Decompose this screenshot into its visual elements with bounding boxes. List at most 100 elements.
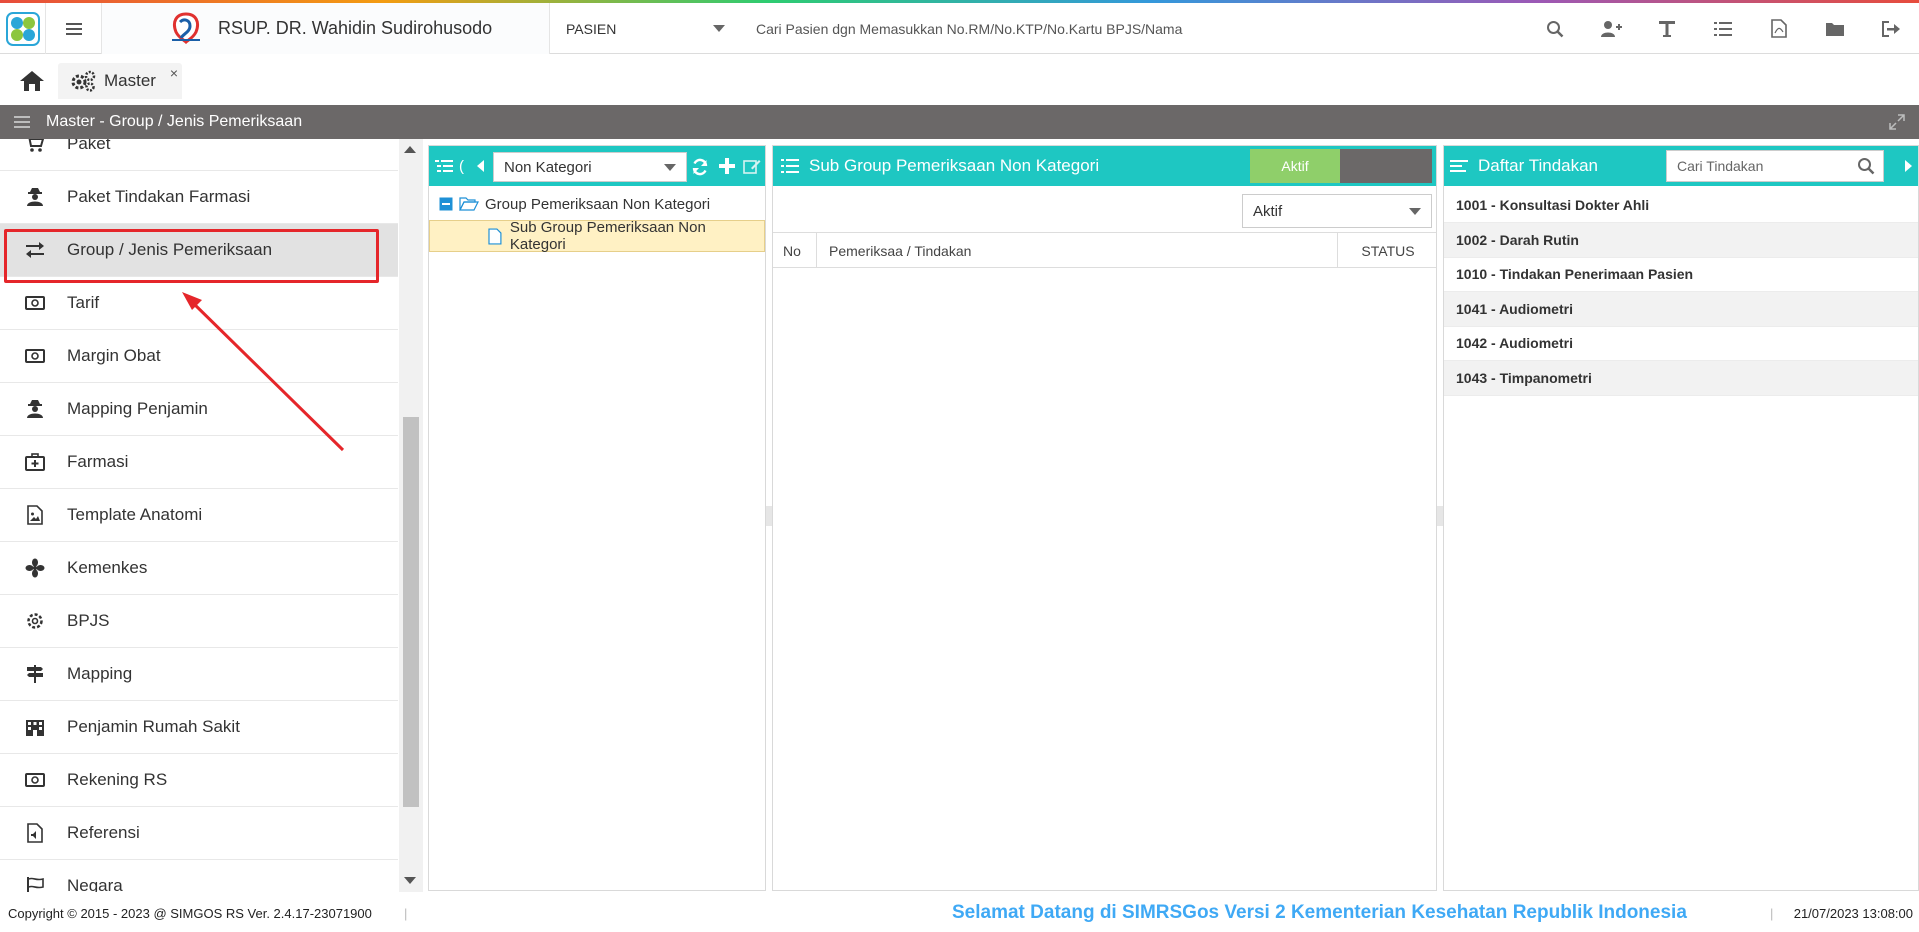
sidebar-scroll-thumb[interactable]	[403, 417, 419, 807]
refresh-icon[interactable]	[691, 158, 709, 176]
file-audio-icon	[22, 820, 48, 846]
page-title: Master - Group / Jenis Pemeriksaan	[46, 113, 303, 130]
tindakan-title: Daftar Tindakan	[1478, 156, 1599, 175]
menu-toggle-button[interactable]	[46, 3, 102, 54]
hamburger-icon	[65, 22, 82, 35]
edit-icon[interactable]	[743, 158, 761, 174]
sidebar-item-penjamin-rumah-sakit[interactable]: Penjamin Rumah Sakit	[0, 701, 398, 754]
tindakan-search-placeholder: Cari Tindakan	[1677, 158, 1764, 174]
folder-button[interactable]	[1807, 3, 1863, 54]
hospital-name: RSUP. DR. Wahidin Sudirohusodo	[218, 18, 493, 38]
search-button[interactable]	[1527, 3, 1583, 54]
user-secret-icon	[22, 184, 48, 210]
sidebar-item-paket[interactable]: Paket	[0, 139, 398, 171]
sidebar-item-label: BPJS	[67, 611, 110, 630]
medkit-icon	[22, 449, 48, 475]
list-icon	[1714, 21, 1732, 36]
expand-icon[interactable]	[1889, 114, 1905, 130]
chevron-right-icon[interactable]	[1905, 160, 1912, 172]
footer-separator: |	[1770, 906, 1774, 921]
category-select[interactable]: Non Kategori	[493, 152, 687, 182]
scroll-down-arrow-icon[interactable]	[404, 877, 416, 884]
app-logo[interactable]	[0, 3, 46, 54]
sidebar-item-label: Template Anatomi	[67, 505, 203, 524]
column-pemeriksaan[interactable]: Pemeriksaa / Tindakan	[817, 233, 1338, 268]
tindakan-header: Daftar Tindakan Cari Tindakan	[1444, 146, 1918, 186]
tindakan-search-input[interactable]: Cari Tindakan	[1666, 150, 1884, 182]
category-select-value: Non Kategori	[504, 158, 592, 176]
sidebar-item-rekening-rs[interactable]: Rekening RS	[0, 754, 398, 807]
money-icon	[22, 343, 48, 369]
column-no[interactable]: No	[773, 233, 817, 268]
align-left-icon	[1450, 160, 1468, 172]
money-icon	[22, 767, 48, 793]
sidebar-item-negara[interactable]: Negara	[0, 860, 398, 892]
sidebar-item-label: Penjamin Rumah Sakit	[67, 717, 240, 736]
tindakan-list-item[interactable]: 1001 - Konsultasi Dokter Ahli	[1444, 188, 1918, 223]
chevron-left-icon[interactable]	[477, 160, 485, 172]
footer-datetime: 21/07/2023 13:08:00	[1793, 906, 1913, 921]
chevron-down-icon	[664, 164, 676, 171]
tindakan-list-item[interactable]: 1002 - Darah Rutin	[1444, 222, 1918, 258]
highlight-annotation	[4, 229, 379, 283]
group-tree-header: ( Non Kategori	[429, 146, 765, 186]
home-button[interactable]	[14, 65, 50, 97]
tab-master-label: Master	[104, 71, 156, 90]
top-bar: RSUP. DR. Wahidin Sudirohusodo PASIEN Ca…	[0, 3, 1919, 54]
user-plus-icon	[1601, 20, 1622, 37]
aktif-toggle[interactable]: Aktif	[1250, 149, 1432, 183]
patient-search-input[interactable]: Cari Pasien dgn Memasukkan No.RM/No.KTP/…	[756, 3, 1182, 54]
tree-root-group[interactable]: Group Pemeriksaan Non Kategori	[429, 188, 765, 220]
column-status[interactable]: STATUS	[1338, 233, 1438, 268]
search-icon[interactable]	[1857, 157, 1875, 175]
search-scope-select[interactable]: PASIEN	[552, 3, 737, 54]
tindakan-list-item[interactable]: 1042 - Audiometri	[1444, 326, 1918, 361]
sidebar-item-referensi[interactable]: Referensi	[0, 807, 398, 860]
sidebar-item-label: Mapping	[67, 664, 133, 683]
sub-group-grid-header: No Pemeriksaa / Tindakan STATUS	[773, 232, 1436, 268]
truncated-title: (	[459, 157, 464, 175]
plus-icon[interactable]	[719, 158, 735, 174]
status-filter-select[interactable]: Aktif	[1242, 194, 1432, 228]
tab-master[interactable]: Master ×	[58, 63, 182, 99]
hamburger-icon[interactable]	[14, 116, 30, 128]
logout-button[interactable]	[1863, 3, 1919, 54]
pdf-button[interactable]	[1751, 3, 1807, 54]
sidebar-item-label: Referensi	[67, 823, 140, 842]
file-image-icon	[22, 502, 48, 528]
chevron-down-icon	[713, 25, 725, 32]
tindakan-list-item[interactable]: 1010 - Tindakan Penerimaan Pasien	[1444, 257, 1918, 292]
gears-icon	[71, 70, 96, 92]
sidebar-item-kemenkes[interactable]: Kemenkes	[0, 542, 398, 595]
signpost-icon	[22, 661, 48, 687]
file-icon	[488, 227, 502, 245]
collapse-icon[interactable]	[439, 197, 453, 211]
sidebar-item-label: Tarif	[67, 293, 100, 312]
tree-root-label: Group Pemeriksaan Non Kategori	[485, 195, 711, 213]
toolbar-icons	[1527, 3, 1919, 54]
sidebar-item-mapping[interactable]: Mapping	[0, 648, 398, 701]
sidebar-item-paket-tindakan-farmasi[interactable]: Paket Tindakan Farmasi	[0, 171, 398, 224]
sidebar-item-label: Farmasi	[67, 452, 129, 471]
list-button[interactable]	[1695, 3, 1751, 54]
tree-child-subgroup[interactable]: Sub Group Pemeriksaan Non Kategori	[429, 219, 765, 253]
sign-out-icon	[1882, 20, 1900, 37]
home-icon	[20, 71, 44, 91]
file-pdf-icon	[1771, 19, 1787, 38]
tindakan-list-item[interactable]: 1043 - Timpanometri	[1444, 360, 1918, 396]
scroll-up-arrow-icon[interactable]	[404, 146, 416, 153]
tree-child-label: Sub Group Pemeriksaan Non Kategori	[509, 219, 706, 253]
gear-icon	[22, 608, 48, 634]
tindakan-list-item[interactable]: 1041 - Audiometri	[1444, 291, 1918, 327]
search-scope-value: PASIEN	[566, 20, 617, 37]
sidebar-item-template-anatomi[interactable]: Template Anatomi	[0, 489, 398, 542]
group-tree-panel: ( Non Kategori Group Pemeriksaan Non Kat…	[428, 145, 766, 891]
sidebar-item-bpjs[interactable]: BPJS	[0, 595, 398, 648]
close-icon[interactable]: ×	[170, 65, 178, 81]
sub-group-header: Sub Group Pemeriksaan Non Kategori Aktif	[773, 146, 1436, 186]
text-button[interactable]	[1639, 3, 1695, 54]
chevron-down-icon	[1409, 208, 1421, 215]
folder-icon	[1826, 22, 1844, 36]
sub-group-panel: Sub Group Pemeriksaan Non Kategori Aktif…	[772, 145, 1437, 891]
add-user-button[interactable]	[1583, 3, 1639, 54]
